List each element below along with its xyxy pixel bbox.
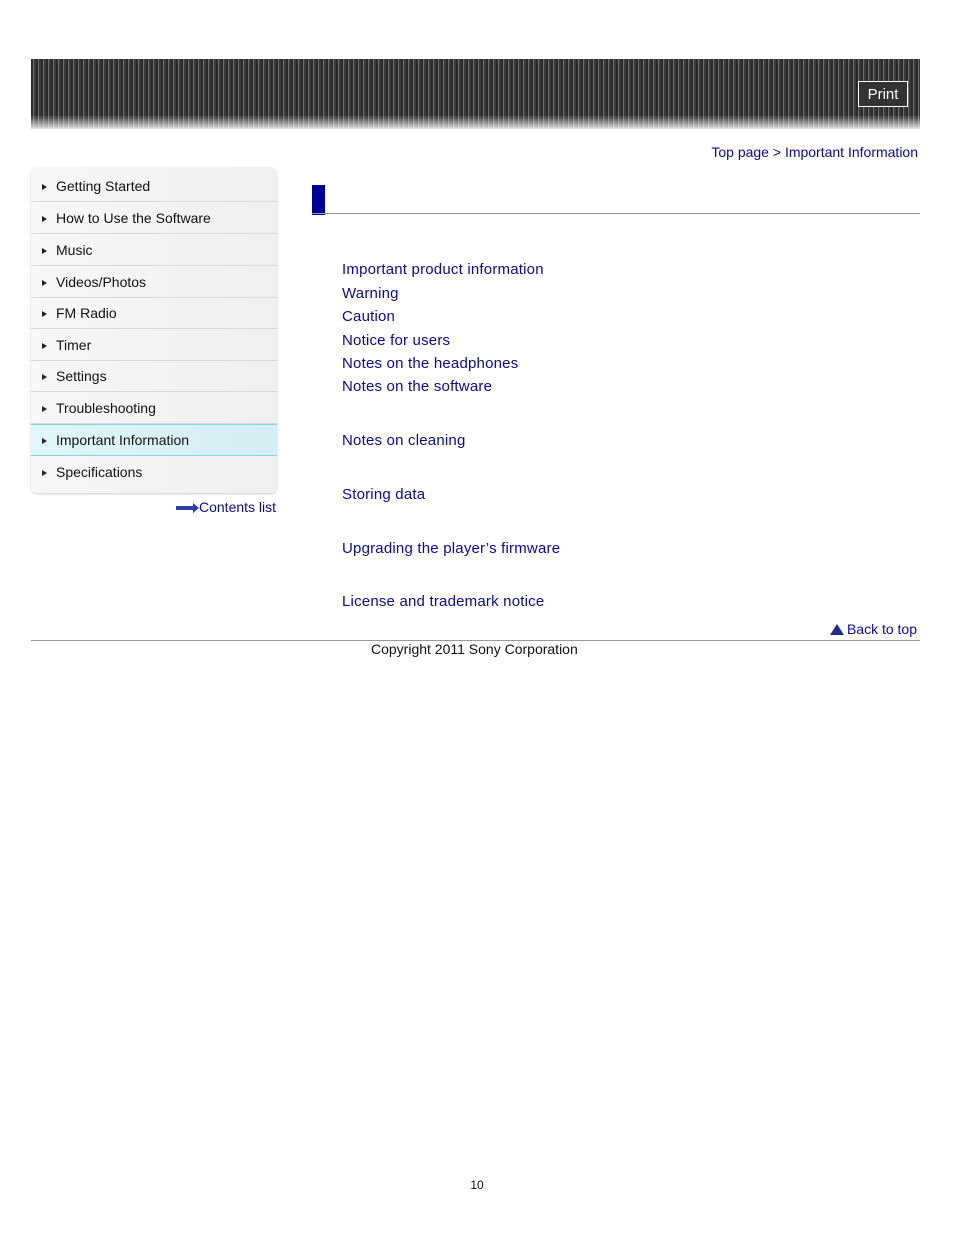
triangle-up-icon [829, 623, 844, 635]
print-button[interactable]: Print [858, 81, 908, 107]
sidebar-item-important-information[interactable]: Important Information [31, 424, 277, 456]
sidebar-item-label: Troubleshooting [56, 400, 156, 416]
link-license-trademark[interactable]: License and trademark notice [342, 593, 544, 610]
link-caution[interactable]: Caution [342, 308, 395, 325]
caret-right-icon [42, 406, 47, 412]
breadcrumb-separator: > [768, 144, 785, 160]
caret-right-icon [42, 311, 47, 317]
sidebar-item-how-to-use-software[interactable]: How to Use the Software [31, 203, 277, 234]
caret-right-icon [42, 374, 47, 380]
sidebar-item-label: Important Information [56, 432, 190, 448]
link-notes-headphones[interactable]: Notes on the headphones [342, 355, 518, 372]
sidebar-item-label: Music [56, 242, 93, 258]
sidebar-item-music[interactable]: Music [31, 235, 277, 266]
copyright-text: Copyright 2011 Sony Corporation [371, 641, 578, 657]
sidebar-item-fm-radio[interactable]: FM Radio [31, 298, 277, 329]
sidebar-item-label: Settings [56, 368, 107, 384]
sidebar-item-label: How to Use the Software [56, 210, 211, 226]
sidebar-item-label: Getting Started [56, 178, 151, 194]
caret-right-icon [42, 216, 47, 222]
caret-right-icon [42, 469, 47, 476]
link-storing-data[interactable]: Storing data [342, 486, 425, 503]
header-banner: Print [31, 59, 920, 129]
sidebar-item-label: Timer [56, 337, 92, 353]
sidebar-nav: Getting Started How to Use the Software … [31, 167, 277, 493]
sidebar-item-label: Videos/Photos [56, 274, 147, 290]
sidebar-item-settings[interactable]: Settings [31, 361, 277, 392]
page-number: 10 [470, 1178, 484, 1192]
caret-right-icon [42, 184, 47, 190]
link-notice-for-users[interactable]: Notice for users [342, 332, 450, 349]
caret-right-icon [42, 280, 47, 286]
arrow-right-icon [176, 503, 199, 513]
sidebar-item-videos-photos[interactable]: Videos/Photos [31, 267, 277, 298]
caret-right-icon [42, 343, 47, 349]
contents-list-link[interactable]: Contents list [176, 499, 276, 515]
sidebar-item-label: FM Radio [56, 305, 117, 321]
page-title-accent [312, 185, 325, 215]
link-notes-cleaning[interactable]: Notes on cleaning [342, 432, 465, 449]
sidebar-item-specifications[interactable]: Specifications [31, 456, 277, 487]
caret-right-icon [42, 438, 47, 444]
breadcrumb: Top page > Important Information [711, 144, 918, 160]
sidebar-item-troubleshooting[interactable]: Troubleshooting [31, 393, 277, 424]
caret-right-icon [42, 248, 47, 254]
link-warning[interactable]: Warning [342, 285, 399, 302]
back-to-top-label: Back to top [846, 621, 917, 637]
link-notes-software[interactable]: Notes on the software [342, 378, 492, 395]
sidebar-item-label: Specifications [56, 463, 143, 480]
back-to-top-link[interactable]: Back to top [829, 621, 917, 637]
sidebar-item-timer[interactable]: Timer [31, 330, 277, 361]
sidebar-item-getting-started[interactable]: Getting Started [31, 171, 277, 202]
link-upgrading-firmware[interactable]: Upgrading the player’s firmware [342, 540, 560, 557]
breadcrumb-current[interactable]: Important Information [785, 144, 918, 160]
link-important-product-information[interactable]: Important product information [342, 261, 544, 278]
breadcrumb-top-page[interactable]: Top page [711, 144, 769, 160]
contents-list-label: Contents list [199, 499, 277, 515]
title-divider [312, 213, 920, 214]
